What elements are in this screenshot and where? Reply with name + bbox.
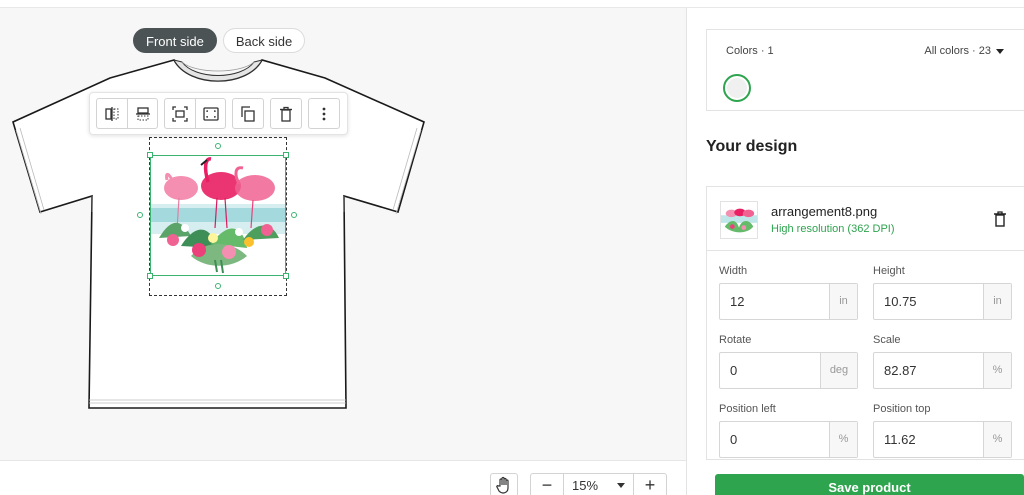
center-icon — [172, 105, 188, 122]
flip-vertical-icon — [135, 106, 150, 120]
scale-label: Scale — [873, 334, 901, 346]
resize-handle-bottom-left[interactable] — [147, 273, 153, 279]
position-top-value: 11.62 — [884, 432, 916, 447]
position-left-value: 0 — [730, 432, 738, 447]
duplicate-button[interactable] — [233, 99, 263, 128]
flip-horizontal-icon — [105, 106, 119, 121]
resize-handle-bottom-right[interactable] — [283, 273, 289, 279]
front-side-button[interactable]: Front side — [133, 28, 217, 53]
colors-card: Colors · 1 All colors · 23 — [706, 29, 1024, 111]
rotate-value: 0 — [730, 363, 738, 378]
more-options-button[interactable] — [309, 99, 339, 128]
delete-design-button[interactable] — [993, 211, 1007, 232]
rotate-field[interactable]: 0 deg — [719, 352, 858, 389]
zoom-out-button[interactable]: − — [531, 474, 563, 495]
zoom-value: 15% — [572, 477, 599, 493]
resize-handle-top-right[interactable] — [283, 152, 289, 158]
align-group — [164, 98, 226, 129]
flip-vertical-button[interactable] — [127, 99, 157, 128]
zoom-control: − 15% + — [530, 473, 667, 495]
colors-count-label: Colors · 1 — [726, 45, 774, 57]
position-top-unit: % — [983, 422, 1011, 457]
color-swatch-selected[interactable] — [723, 74, 751, 102]
position-top-field[interactable]: 11.62 % — [873, 421, 1012, 458]
rotate-unit: deg — [820, 353, 857, 388]
tshirt-mockup — [12, 59, 425, 409]
resolution-status: High resolution (362 DPI) — [771, 223, 895, 235]
more-group — [308, 98, 340, 129]
zoom-in-button[interactable]: + — [634, 474, 666, 495]
duplicate-icon — [241, 105, 255, 122]
save-product-button[interactable]: Save product — [715, 474, 1024, 495]
delete-icon — [280, 106, 292, 122]
file-row: arrangement8.png High resolution (362 DP… — [707, 187, 1024, 251]
fit-to-area-icon — [202, 106, 219, 121]
hand-icon — [496, 476, 509, 494]
width-field[interactable]: 12 in — [719, 283, 858, 320]
duplicate-group — [232, 98, 264, 129]
position-left-label: Position left — [719, 403, 776, 415]
caret-down-icon — [996, 48, 1004, 54]
rotate-label: Rotate — [719, 334, 752, 346]
handle-left[interactable] — [137, 212, 143, 218]
back-side-button[interactable]: Back side — [222, 28, 306, 53]
height-label: Height — [873, 265, 905, 277]
more-options-icon — [322, 107, 326, 120]
position-left-unit: % — [829, 422, 857, 457]
handle-right[interactable] — [291, 212, 297, 218]
all-colors-label: All colors · 23 — [924, 45, 991, 57]
trash-icon — [994, 211, 1006, 227]
pan-tool-button[interactable] — [490, 473, 518, 495]
layer-toolbar — [89, 92, 348, 135]
flip-horizontal-button[interactable] — [97, 99, 127, 128]
all-colors-dropdown[interactable]: All colors · 23 — [924, 45, 1004, 57]
position-top-label: Position top — [873, 403, 931, 415]
handle-top[interactable] — [215, 143, 221, 149]
width-label: Width — [719, 265, 748, 277]
selection-frame[interactable] — [150, 155, 286, 276]
handle-bottom[interactable] — [215, 283, 221, 289]
height-value: 10.75 — [884, 294, 917, 309]
flip-group — [96, 98, 158, 129]
panel-divider — [686, 0, 687, 495]
scale-field[interactable]: 82.87 % — [873, 352, 1012, 389]
delete-group — [270, 98, 302, 129]
width-value: 12 — [730, 294, 745, 309]
side-toggle: Front side Back side — [133, 28, 306, 53]
scale-value: 82.87 — [884, 363, 917, 378]
scale-unit: % — [983, 353, 1011, 388]
zoom-select[interactable]: 15% — [563, 474, 634, 495]
caret-down-icon — [617, 482, 625, 488]
height-field[interactable]: 10.75 in — [873, 283, 1012, 320]
width-unit: in — [829, 284, 857, 319]
position-left-field[interactable]: 0 % — [719, 421, 858, 458]
resize-handle-top-left[interactable] — [147, 152, 153, 158]
your-design-heading: Your design — [706, 138, 798, 155]
design-layer-card: arrangement8.png High resolution (362 DP… — [706, 186, 1024, 460]
artwork-thumbnail[interactable] — [720, 201, 758, 239]
height-unit: in — [983, 284, 1011, 319]
center-button[interactable] — [165, 99, 195, 128]
fit-to-area-button[interactable] — [195, 99, 225, 128]
file-name: arrangement8.png — [771, 204, 878, 219]
delete-layer-button[interactable] — [271, 99, 301, 128]
